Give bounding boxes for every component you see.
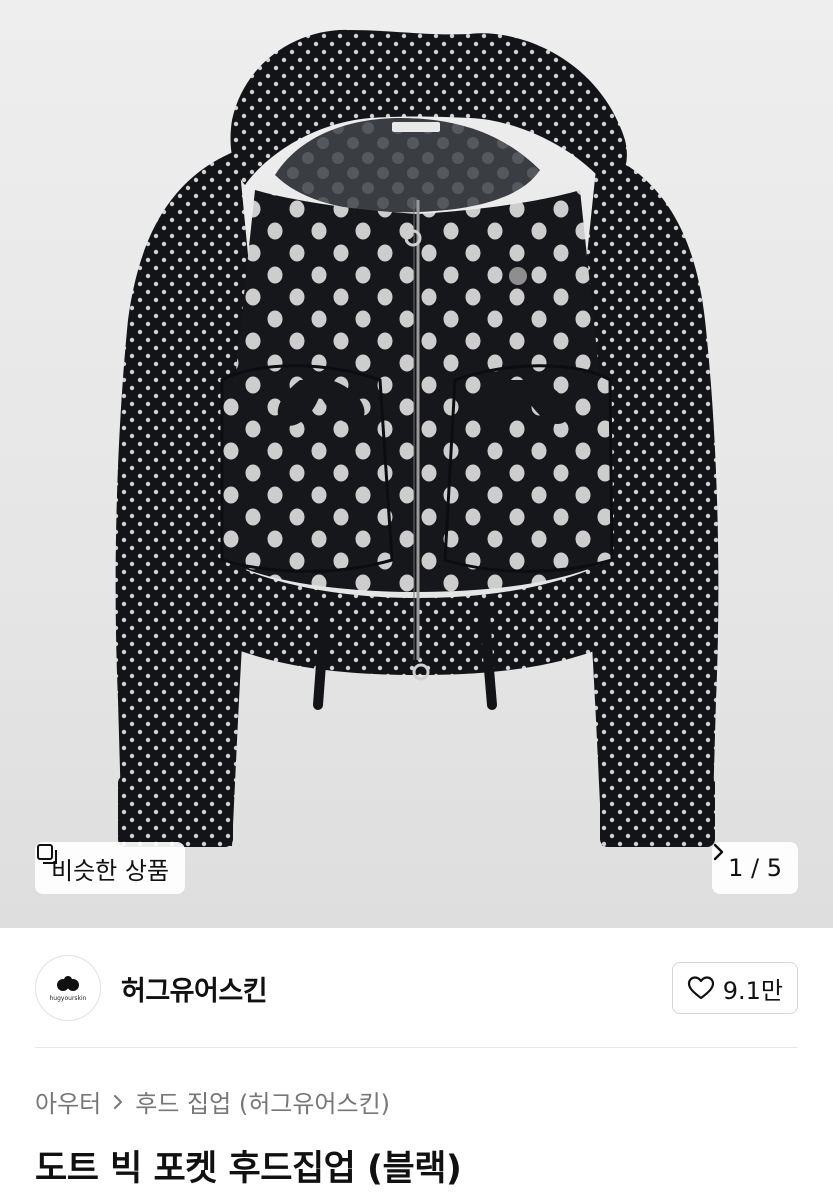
similar-items-icon [37, 844, 57, 864]
breadcrumb-item-outer[interactable]: 아우터 [35, 1084, 101, 1119]
product-title: 도트 빅 포켓 후드집업 (블랙) [35, 1149, 462, 1189]
divider [35, 1047, 798, 1048]
brand-row: hugyourskin 허그유어스킨 9.1만 [35, 954, 798, 1022]
jacket-illustration [115, 29, 719, 847]
chevron-right-icon [114, 1094, 123, 1109]
brand-name[interactable]: 허그유어스킨 [121, 969, 268, 1008]
breadcrumb: 아우터 후드 집업 (허그유어스킨) [35, 1084, 390, 1119]
like-count: 9.1만 [722, 976, 783, 1005]
like-button[interactable]: 9.1만 [671, 962, 798, 1014]
breadcrumb-item-hood-zipup[interactable]: 후드 집업 (허그유어스킨) [135, 1084, 390, 1119]
heart-outline-icon [687, 976, 714, 1000]
product-page: 비슷한 상품 1 / 5 hugyourskin 허그유어스킨 9.1만 아우터… [0, 0, 833, 1200]
brand-logo-mark [57, 975, 79, 991]
image-pager-text: 1 / 5 [728, 854, 782, 882]
image-pager[interactable]: 1 / 5 [712, 842, 798, 894]
similar-items-button[interactable]: 비슷한 상품 [35, 842, 186, 894]
chevron-right-icon [713, 843, 724, 861]
brand-logo[interactable]: hugyourskin [35, 955, 101, 1021]
product-image[interactable]: 비슷한 상품 1 / 5 [0, 0, 833, 928]
similar-items-label: 비슷한 상품 [51, 856, 170, 885]
brand-logo-text: hugyourskin [49, 994, 87, 1002]
